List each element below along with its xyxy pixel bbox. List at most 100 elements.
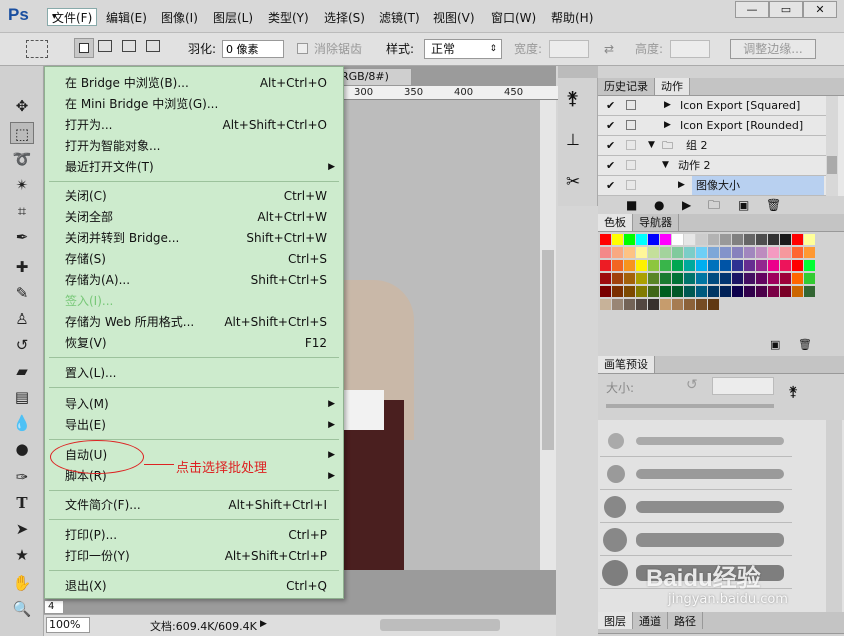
menu-type[interactable]: 类型(Y) <box>264 9 313 27</box>
record-icon[interactable]: ● <box>654 196 664 214</box>
tab-actions[interactable]: 动作 <box>655 78 690 95</box>
stamp-tool-icon[interactable]: ♙ <box>10 308 34 330</box>
check-icon[interactable]: ✔ <box>606 116 615 135</box>
menu-image[interactable]: 图像(I) <box>157 9 202 27</box>
color-swatch[interactable] <box>636 299 647 310</box>
color-swatch[interactable] <box>804 247 815 258</box>
tab-paths[interactable]: 路径 <box>668 612 703 629</box>
menu-item-place[interactable]: 置入(L)... <box>65 363 335 383</box>
color-swatch[interactable] <box>792 273 803 284</box>
path-select-icon[interactable]: ➤ <box>10 518 34 540</box>
size-slider[interactable] <box>606 404 774 408</box>
menu-item-browse-bridge[interactable]: 在 Bridge 中浏览(B)... Alt+Ctrl+O <box>65 73 335 93</box>
close-button[interactable]: ✕ <box>803 1 837 18</box>
color-swatch[interactable] <box>660 260 671 271</box>
color-swatch[interactable] <box>756 247 767 258</box>
color-swatch[interactable] <box>624 260 635 271</box>
color-swatch[interactable] <box>624 286 635 297</box>
color-swatch[interactable] <box>756 234 767 245</box>
expand-icon[interactable]: ▶ <box>678 176 685 195</box>
doc-info[interactable]: 文档:609.4K/609.4K <box>150 618 257 634</box>
color-swatch[interactable] <box>792 234 803 245</box>
check-icon[interactable]: ✔ <box>606 136 615 155</box>
color-swatch[interactable] <box>708 273 719 284</box>
color-swatch[interactable] <box>708 286 719 297</box>
color-swatch[interactable] <box>660 299 671 310</box>
dialog-toggle-icon[interactable] <box>626 160 636 170</box>
color-swatch[interactable] <box>636 260 647 271</box>
size-input[interactable] <box>712 377 774 395</box>
color-swatch[interactable] <box>744 234 755 245</box>
color-swatch[interactable] <box>612 273 623 284</box>
color-swatch[interactable] <box>708 247 719 258</box>
action-step-row[interactable]: ✔ ▶ 图像大小 <box>598 176 826 196</box>
pen-tool-icon[interactable]: ✑ <box>10 466 34 488</box>
dialog-toggle-icon[interactable] <box>626 120 636 130</box>
color-swatch[interactable] <box>612 260 623 271</box>
color-swatch[interactable] <box>696 234 707 245</box>
trash-icon[interactable]: 🗑 <box>766 196 781 214</box>
menu-item-open-as[interactable]: 打开为... Alt+Shift+Ctrl+O <box>65 115 335 135</box>
color-swatch[interactable] <box>696 286 707 297</box>
lasso-tool-icon[interactable]: ➰ <box>10 148 34 170</box>
check-icon[interactable]: ✔ <box>606 96 615 115</box>
expand-icon[interactable]: ▶ <box>664 116 671 135</box>
color-swatch[interactable] <box>732 286 743 297</box>
subtract-selection-icon[interactable] <box>122 40 136 52</box>
color-swatch[interactable] <box>720 234 731 245</box>
antialias-checkbox[interactable] <box>297 43 308 54</box>
swap-icon[interactable]: ⇄ <box>604 39 614 59</box>
hand-tool-icon[interactable]: ✋ <box>10 572 34 594</box>
menu-item-close-go-bridge[interactable]: 关闭并转到 Bridge... Shift+Ctrl+W <box>65 228 335 248</box>
menu-item-file-info[interactable]: 文件简介(F)... Alt+Shift+Ctrl+I <box>65 495 335 515</box>
color-swatch[interactable] <box>624 299 635 310</box>
color-swatch[interactable] <box>708 234 719 245</box>
height-input[interactable] <box>670 40 710 58</box>
color-swatch[interactable] <box>780 286 791 297</box>
check-icon[interactable]: ✔ <box>606 156 615 175</box>
menu-edit[interactable]: 编辑(E) <box>102 9 151 27</box>
menu-item-revert[interactable]: 恢复(V) F12 <box>65 333 335 353</box>
new-set-icon[interactable]: 🗀 <box>708 196 720 214</box>
color-swatch[interactable] <box>636 286 647 297</box>
color-swatch[interactable] <box>648 273 659 284</box>
tab-layers[interactable]: 图层 <box>598 612 633 629</box>
color-swatch[interactable] <box>600 234 611 245</box>
document-image[interactable] <box>344 100 540 570</box>
vertical-scrollbar[interactable] <box>540 100 556 570</box>
color-swatch[interactable] <box>624 247 635 258</box>
expand-icon[interactable]: ▶ <box>664 96 671 115</box>
move-tool-icon[interactable]: ✥ <box>10 95 34 117</box>
menu-item-exit[interactable]: 退出(X) Ctrl+Q <box>65 576 335 596</box>
color-swatch[interactable] <box>732 247 743 258</box>
menu-item-close[interactable]: 关闭(C) Ctrl+W <box>65 186 335 206</box>
color-swatch[interactable] <box>684 234 695 245</box>
minimize-button[interactable]: — <box>735 1 769 18</box>
color-swatch[interactable] <box>792 247 803 258</box>
color-swatch[interactable] <box>732 234 743 245</box>
tool-presets-icon[interactable]: ✂ <box>566 172 580 192</box>
color-swatch[interactable] <box>624 273 635 284</box>
color-swatch[interactable] <box>684 247 695 258</box>
color-swatch[interactable] <box>600 286 611 297</box>
color-swatch[interactable] <box>732 260 743 271</box>
tab-history[interactable]: 历史记录 <box>598 78 655 95</box>
new-action-icon[interactable]: ▣ <box>738 196 749 214</box>
color-swatch[interactable] <box>792 286 803 297</box>
color-swatch[interactable] <box>768 247 779 258</box>
color-swatch[interactable] <box>720 247 731 258</box>
color-swatch[interactable] <box>600 299 611 310</box>
brush-tool-icon[interactable]: ✎ <box>10 282 34 304</box>
color-swatch[interactable] <box>804 260 815 271</box>
menu-item-save-as[interactable]: 存储为(A)... Shift+Ctrl+S <box>65 270 335 290</box>
color-swatch[interactable] <box>756 273 767 284</box>
color-swatch[interactable] <box>684 299 695 310</box>
type-tool-icon[interactable]: T <box>10 492 34 514</box>
width-input[interactable] <box>549 40 589 58</box>
color-swatch[interactable] <box>648 247 659 258</box>
refine-edge-button[interactable]: 调整边缘... <box>730 39 816 59</box>
menu-item-import[interactable]: 导入(M) ▶ <box>65 394 335 414</box>
blur-tool-icon[interactable]: 💧 <box>10 412 34 434</box>
color-swatch[interactable] <box>696 260 707 271</box>
gradient-icon[interactable]: ▤ <box>10 386 34 408</box>
